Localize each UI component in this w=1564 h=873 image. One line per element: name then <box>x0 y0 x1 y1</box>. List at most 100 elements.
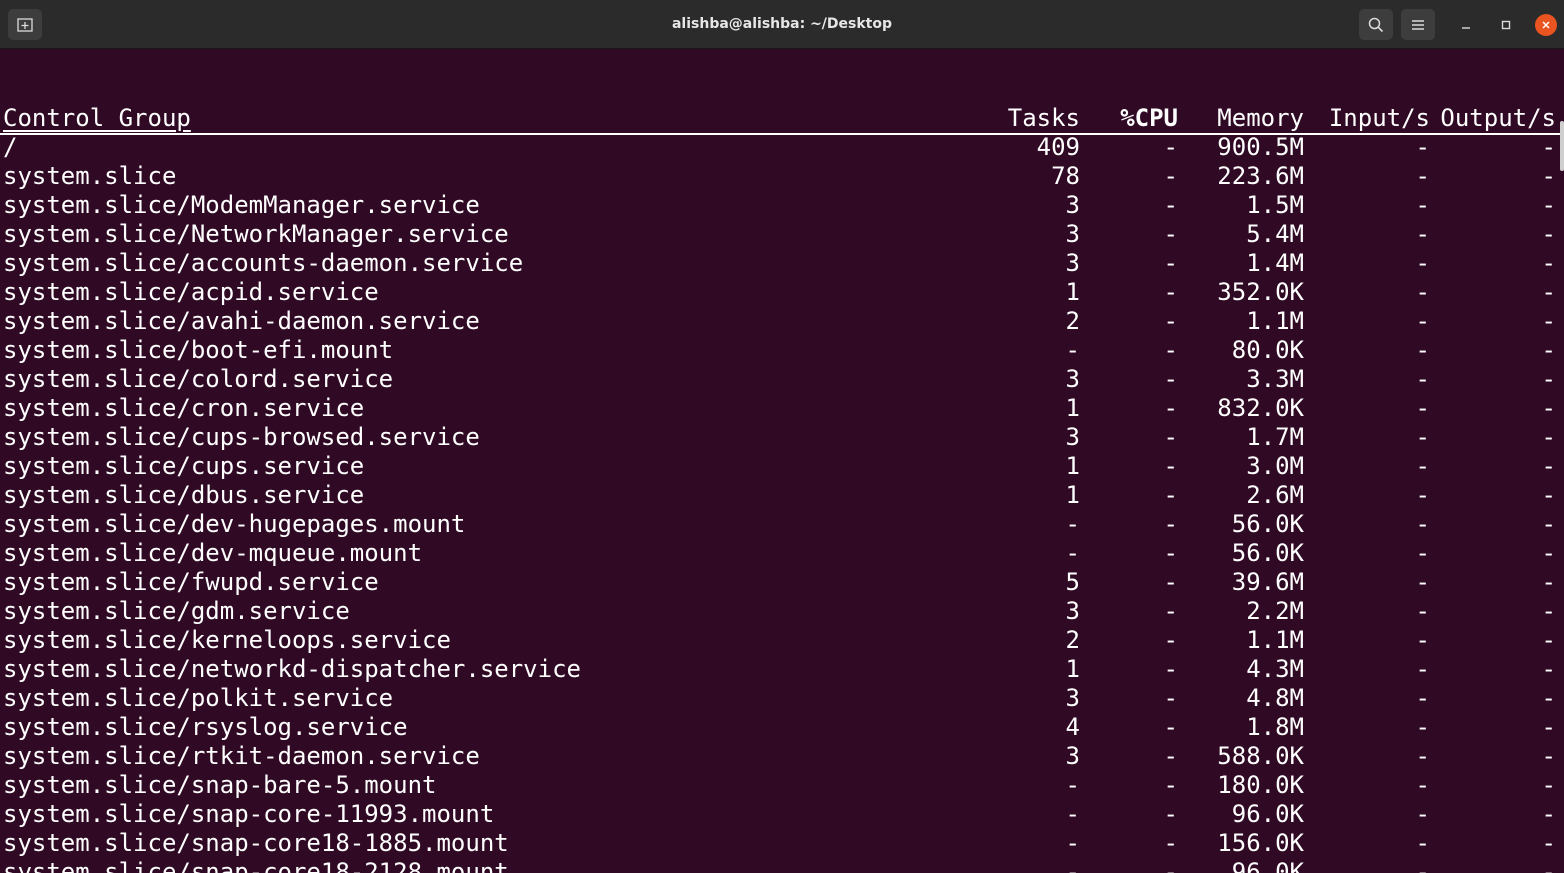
table-row: system.slice/cron.service 1 - 832.0K - - <box>0 394 1560 423</box>
cell-input: - <box>1415 597 1430 625</box>
table-row: system.slice/dev-hugepages.mount - - 56.0K -… <box>0 510 1560 539</box>
table-row: system.slice/rtkit-daemon.service 3 - 588.0… <box>0 742 1560 771</box>
cell-cpu: - <box>1163 220 1178 248</box>
cell-output: - <box>1541 510 1556 538</box>
table-row: system.slice/rsyslog.service 4 - 1.8M - - <box>0 713 1560 742</box>
cell-tasks: 4 <box>1065 713 1080 741</box>
cell-control-group: system.slice/colord.service <box>3 365 394 393</box>
cell-tasks: 409 <box>1036 133 1080 161</box>
cell-control-group: system.slice/gdm.service <box>3 597 350 625</box>
cell-memory: 4.3M <box>1246 655 1304 683</box>
cell-tasks: - <box>1065 800 1080 828</box>
cell-tasks: - <box>1065 336 1080 364</box>
cell-memory: 832.0K <box>1217 394 1304 422</box>
table-row: system.slice/snap-core-11993.mount - - 96.0… <box>0 800 1560 829</box>
menu-button[interactable] <box>1401 9 1435 40</box>
cell-cpu: - <box>1163 365 1178 393</box>
cell-cpu: - <box>1163 655 1178 683</box>
cell-tasks: - <box>1065 771 1080 799</box>
cell-control-group: system.slice/dev-mqueue.mount <box>3 539 423 567</box>
cell-cpu: - <box>1163 742 1178 770</box>
cell-control-group: system.slice/ModemManager.service <box>3 191 480 219</box>
table-row: system.slice/dev-mqueue.mount - - 56.0K - - <box>0 539 1560 568</box>
terminal-output[interactable]: Control Group Tasks %CPU Memory Input/s … <box>0 49 1564 873</box>
table-header: Control Group Tasks %CPU Memory Input/s … <box>0 104 1560 135</box>
cell-input: - <box>1415 481 1430 509</box>
cell-cpu: - <box>1163 278 1178 306</box>
cell-tasks: 5 <box>1065 568 1080 596</box>
cell-cpu: - <box>1163 800 1178 828</box>
search-button[interactable] <box>1359 9 1393 40</box>
cell-control-group: system.slice/acpid.service <box>3 278 379 306</box>
close-icon <box>1542 21 1550 29</box>
window-title: alishba@alishba: ~/Desktop <box>671 16 893 32</box>
cell-input: - <box>1415 220 1430 248</box>
scrollbar[interactable] <box>1560 121 1564 171</box>
cell-cpu: - <box>1163 510 1178 538</box>
header-tasks[interactable]: Tasks <box>1008 104 1080 133</box>
cell-cpu: - <box>1163 539 1178 567</box>
cell-tasks: 1 <box>1065 394 1080 422</box>
table-row: system.slice/cups-browsed.service 3 - 1.7M -… <box>0 423 1560 452</box>
table-row: system.slice/cups.service 1 - 3.0M - - <box>0 452 1560 481</box>
table-row: system.slice/fwupd.service 5 - 39.6M - - <box>0 568 1560 597</box>
header-cpu[interactable]: %CPU <box>1120 104 1178 133</box>
cell-memory: 5.4M <box>1246 220 1304 248</box>
cell-memory: 56.0K <box>1231 539 1304 567</box>
cell-tasks: 3 <box>1065 742 1080 770</box>
cell-cpu: - <box>1163 597 1178 625</box>
close-button[interactable] <box>1535 14 1557 36</box>
cell-input: - <box>1415 858 1430 873</box>
cell-tasks: 3 <box>1065 423 1080 451</box>
cell-cpu: - <box>1163 713 1178 741</box>
cell-output: - <box>1541 278 1556 306</box>
cell-cpu: - <box>1163 481 1178 509</box>
header-control-group[interactable]: Control Group <box>3 104 191 133</box>
cell-output: - <box>1541 365 1556 393</box>
table-row: system.slice 78 - 223.6M - - <box>0 162 1560 191</box>
cell-output: - <box>1541 655 1556 683</box>
cell-control-group: system.slice/accounts-daemon.service <box>3 249 524 277</box>
cell-control-group: system.slice/boot-efi.mount <box>3 336 394 364</box>
cell-input: - <box>1415 684 1430 712</box>
cell-tasks: - <box>1065 510 1080 538</box>
cell-cpu: - <box>1163 568 1178 596</box>
cell-memory: 96.0K <box>1231 800 1304 828</box>
cell-memory: 588.0K <box>1217 742 1304 770</box>
maximize-button[interactable] <box>1495 14 1517 36</box>
cell-control-group: system.slice/polkit.service <box>3 684 394 712</box>
cell-control-group: system.slice/snap-core18-1885.mount <box>3 829 509 857</box>
cell-memory: 80.0K <box>1231 336 1304 364</box>
header-memory[interactable]: Memory <box>1217 104 1304 133</box>
cell-input: - <box>1415 452 1430 480</box>
minimize-button[interactable] <box>1455 14 1477 36</box>
cell-output: - <box>1541 742 1556 770</box>
header-output[interactable]: Output/s <box>1440 104 1556 133</box>
cell-output: - <box>1541 800 1556 828</box>
cell-output: - <box>1541 162 1556 190</box>
cell-memory: 1.8M <box>1246 713 1304 741</box>
cell-input: - <box>1415 771 1430 799</box>
cell-tasks: 2 <box>1065 307 1080 335</box>
cell-control-group: system.slice/snap-bare-5.mount <box>3 771 437 799</box>
cell-input: - <box>1415 510 1430 538</box>
cell-control-group: system.slice/snap-core18-2128.mount <box>3 858 509 873</box>
cell-memory: 1.1M <box>1246 307 1304 335</box>
cell-output: - <box>1541 133 1556 161</box>
cell-input: - <box>1415 713 1430 741</box>
cell-control-group: system.slice/snap-core-11993.mount <box>3 800 495 828</box>
header-input[interactable]: Input/s <box>1329 104 1430 133</box>
cell-input: - <box>1415 162 1430 190</box>
cell-memory: 1.5M <box>1246 191 1304 219</box>
cell-output: - <box>1541 220 1556 248</box>
cell-input: - <box>1415 423 1430 451</box>
cell-tasks: 3 <box>1065 597 1080 625</box>
cell-memory: 39.6M <box>1231 568 1304 596</box>
cell-tasks: 1 <box>1065 481 1080 509</box>
cell-memory: 96.0K <box>1231 858 1304 873</box>
cell-control-group: system.slice/cups-browsed.service <box>3 423 480 451</box>
cell-tasks: 3 <box>1065 249 1080 277</box>
cell-control-group: system.slice/NetworkManager.service <box>3 220 509 248</box>
cell-output: - <box>1541 249 1556 277</box>
cell-input: - <box>1415 191 1430 219</box>
